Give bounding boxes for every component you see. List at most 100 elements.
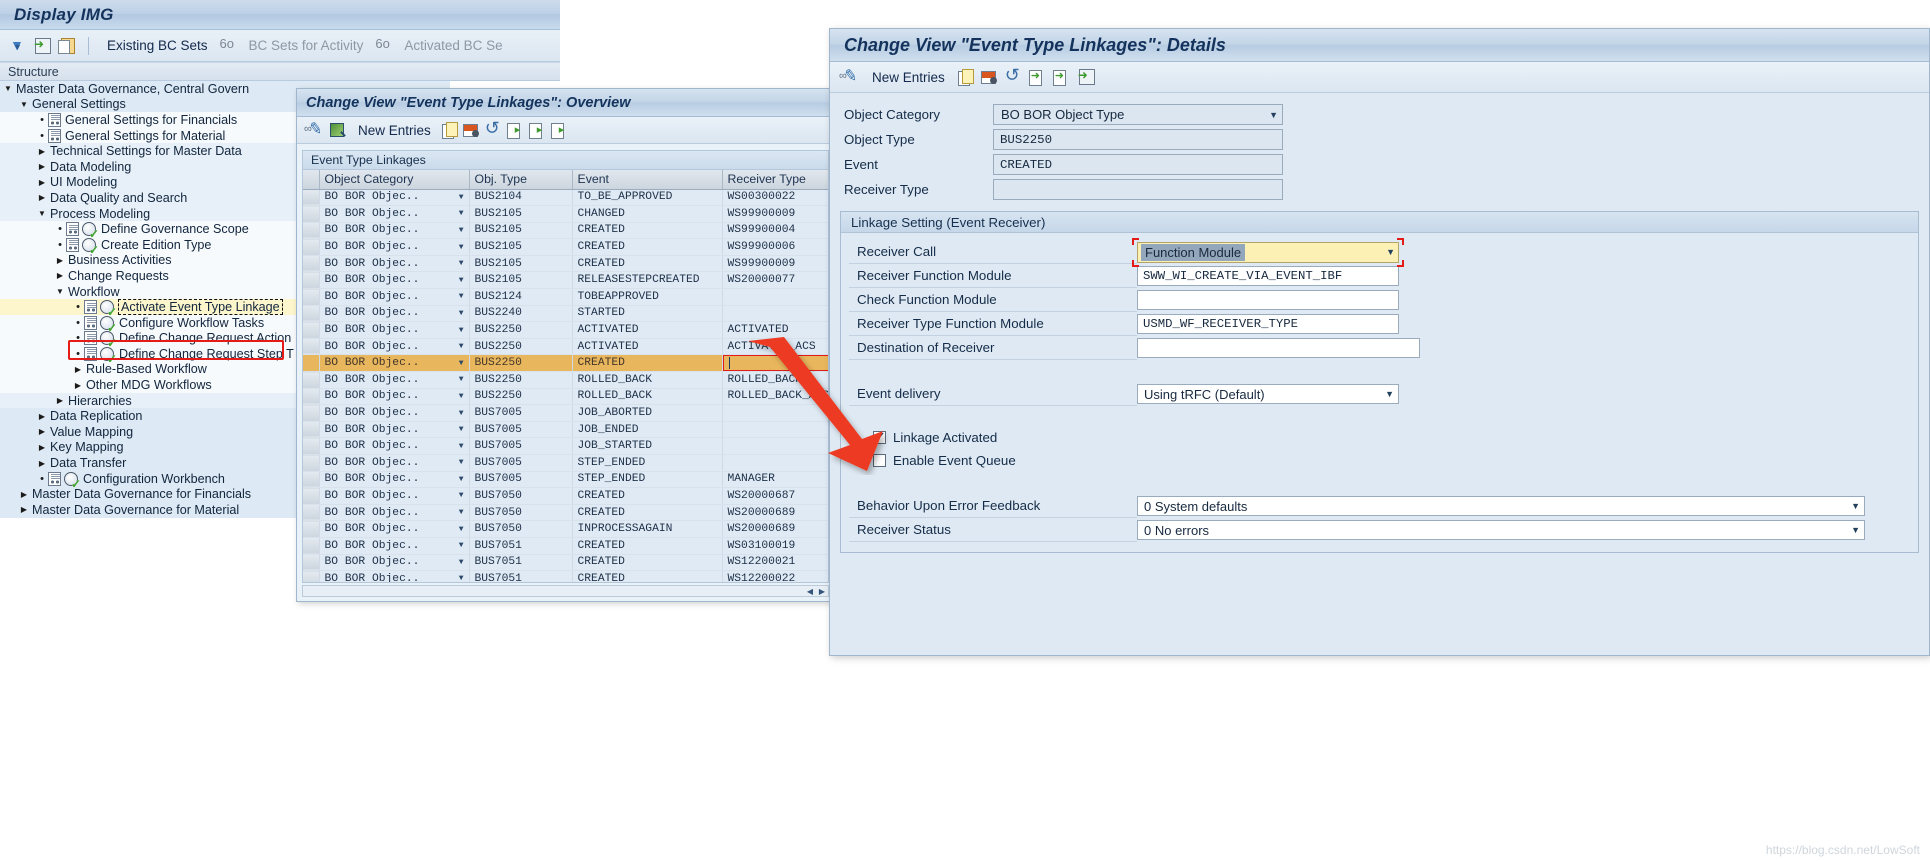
chevron-down-icon[interactable]: ▼ (459, 541, 464, 550)
row-select-cell[interactable] (303, 238, 320, 256)
chevron-down-icon[interactable]: ▼ (1386, 247, 1395, 257)
table-row[interactable]: BO BOR Objec.. ▼ BUS2250 ROLLED_BACK ROLLED_… (303, 388, 828, 406)
column-header-receiver-type[interactable]: Receiver Type (722, 170, 828, 190)
cell-receiver-type[interactable]: ACTIVATED (722, 321, 828, 339)
cell-event[interactable]: CREATED (572, 554, 723, 572)
cell-event[interactable]: CREATED (572, 354, 723, 373)
img-activity-clock-check-icon[interactable] (82, 222, 99, 240)
cell-event[interactable]: CREATED (572, 487, 723, 505)
cell-receiver-type[interactable] (722, 421, 828, 439)
img-activity-document-icon[interactable] (66, 222, 79, 237)
cell-obj-type[interactable]: BUS2250 (469, 354, 573, 373)
copy-icon[interactable] (441, 121, 458, 139)
chevron-down-icon[interactable]: ▼ (459, 326, 464, 335)
row-select-cell[interactable] (303, 554, 320, 572)
tree-expand-closed-icon[interactable]: ▶ (18, 490, 30, 499)
tree-expand-closed-icon[interactable]: ▶ (72, 365, 84, 374)
cell-event[interactable]: TOBEAPPROVED (572, 288, 723, 306)
row-select-cell[interactable] (303, 189, 320, 207)
cell-event[interactable]: JOB_ENDED (572, 421, 723, 439)
check-function-module-input[interactable] (1137, 290, 1399, 310)
row-select-cell[interactable] (303, 205, 320, 223)
delete-icon[interactable] (980, 69, 998, 86)
cell-receiver-type[interactable]: WS20000689 (722, 504, 828, 522)
copy-icon[interactable] (58, 37, 76, 55)
img-activity-clock-check-icon[interactable] (82, 237, 99, 256)
details-new-entries-button[interactable]: New Entries (866, 70, 951, 85)
row-select-cell[interactable] (303, 537, 320, 555)
tree-expand-closed-icon[interactable]: ▶ (54, 396, 66, 405)
table-row[interactable]: BO BOR Objec.. ▼ BUS7005 JOB_ABORTED (303, 404, 828, 422)
cell-object-category[interactable]: BO BOR Objec.. ▼ (319, 288, 470, 306)
img-activity-clock-check-icon[interactable] (100, 300, 117, 318)
row-enable-event-queue[interactable]: Enable Event Queue (849, 449, 1910, 472)
img-activity-document-icon[interactable] (66, 237, 79, 252)
cell-event[interactable]: STEP_ENDED (572, 454, 723, 472)
table-row[interactable]: BO BOR Objec.. ▼ BUS2105 CREATED WS99900009 (303, 255, 828, 273)
sheet-arrow-icon[interactable] (528, 122, 546, 139)
chevron-down-icon[interactable]: ▼ (459, 475, 464, 484)
cell-object-category[interactable]: BO BOR Objec.. ▼ (319, 570, 470, 582)
column-header-object-category[interactable]: Object Category (319, 170, 470, 190)
chevron-down-icon[interactable]: ▼ (459, 226, 464, 235)
cell-object-category[interactable]: BO BOR Objec.. ▼ (319, 487, 470, 505)
table-row[interactable]: BO BOR Objec.. ▼ BUS2124 TOBEAPPROVED (303, 288, 828, 306)
row-linkage-activated[interactable]: Linkage Activated (849, 426, 1910, 449)
cell-object-category[interactable]: BO BOR Objec.. ▼ (319, 338, 470, 356)
cell-receiver-type[interactable]: WS03100019 (722, 537, 828, 555)
cell-obj-type[interactable]: BUS2105 (469, 222, 573, 240)
cell-obj-type[interactable]: BUS7005 (469, 421, 573, 439)
cell-object-category[interactable]: BO BOR Objec.. ▼ (319, 238, 470, 256)
cell-receiver-type[interactable]: WS99900009 (722, 255, 828, 273)
table-row[interactable]: BO BOR Objec.. ▼ BUS7051 CREATED WS03100019 (303, 537, 828, 555)
cell-event[interactable]: CHANGED (572, 205, 723, 223)
object-type-input[interactable]: BUS2250 (993, 129, 1283, 150)
tree-expand-open-icon[interactable]: ▼ (18, 100, 30, 109)
img-activity-clock-check-icon[interactable] (100, 331, 117, 349)
tree-expand-open-icon[interactable]: ▼ (2, 84, 14, 93)
cell-obj-type[interactable]: BUS2250 (469, 338, 573, 356)
row-select-cell[interactable] (303, 354, 320, 373)
row-select-cell[interactable] (303, 487, 320, 505)
cell-event[interactable]: JOB_ABORTED (572, 404, 723, 422)
cell-receiver-type[interactable]: WS20000687 (722, 487, 828, 505)
table-row[interactable]: BO BOR Objec.. ▼ BUS7005 JOB_STARTED (303, 437, 828, 455)
chevron-down-icon[interactable]: ▼ (459, 292, 464, 301)
cell-receiver-type[interactable]: WS00300022 (722, 189, 828, 207)
cell-event[interactable]: ACTIVATED (572, 338, 723, 356)
tree-expand-closed-icon[interactable]: ▶ (36, 178, 48, 187)
receiver-function-module-input[interactable]: SWW_WI_CREATE_VIA_EVENT_IBF (1137, 266, 1399, 286)
cell-receiver-type[interactable] (722, 454, 828, 472)
chevron-down-icon[interactable]: ▼ (459, 392, 464, 401)
table-row[interactable]: BO BOR Objec.. ▼ BUS7051 CREATED WS12200022 (303, 570, 828, 582)
cell-receiver-type[interactable]: ACTIVATED_ACS (722, 338, 828, 356)
object-category-select[interactable]: BO BOR Object Type ▼ (993, 104, 1283, 125)
cell-object-category[interactable]: BO BOR Objec.. ▼ (319, 305, 470, 323)
cell-object-category[interactable]: BO BOR Objec.. ▼ (319, 504, 470, 522)
column-header-obj-type[interactable]: Obj. Type (469, 170, 573, 190)
column-header-event[interactable]: Event (572, 170, 723, 190)
chevron-down-icon[interactable]: ▼ (459, 525, 464, 534)
row-select-cell[interactable] (303, 222, 320, 240)
cell-event[interactable]: CREATED (572, 238, 723, 256)
chevron-down-icon[interactable]: ▼ (459, 259, 464, 268)
chevron-down-icon[interactable]: ▼ (459, 558, 464, 567)
tree-expand-closed-icon[interactable]: ▶ (36, 427, 48, 436)
next-entry-icon[interactable] (1052, 69, 1070, 86)
chevron-down-icon[interactable]: ▼ (459, 458, 464, 467)
cell-obj-type[interactable]: BUS7005 (469, 471, 573, 489)
cell-obj-type[interactable]: BUS2250 (469, 371, 573, 389)
bc-sets-for-activity-button[interactable]: BC Sets for Activity (243, 38, 370, 53)
table-row[interactable]: BO BOR Objec.. ▼ BUS2105 CREATED WS99900006 (303, 238, 828, 256)
cell-obj-type[interactable]: BUS7050 (469, 487, 573, 505)
event-delivery-select[interactable]: Using tRFC (Default) ▼ (1137, 384, 1399, 404)
img-activity-clock-check-icon[interactable] (64, 471, 81, 490)
chevron-down-icon[interactable]: ▼ (459, 491, 464, 500)
table-row[interactable]: BO BOR Objec.. ▼ BUS2105 RELEASESTEPCREATED… (303, 271, 828, 290)
cell-object-category[interactable]: BO BOR Objec.. ▼ (319, 255, 470, 273)
cell-obj-type[interactable]: BUS7051 (469, 570, 573, 582)
import-icon[interactable] (1077, 68, 1096, 86)
enable-event-queue-checkbox[interactable] (873, 454, 886, 467)
row-select-cell[interactable] (303, 421, 320, 439)
chevron-down-icon[interactable]: ▼ (459, 193, 464, 202)
